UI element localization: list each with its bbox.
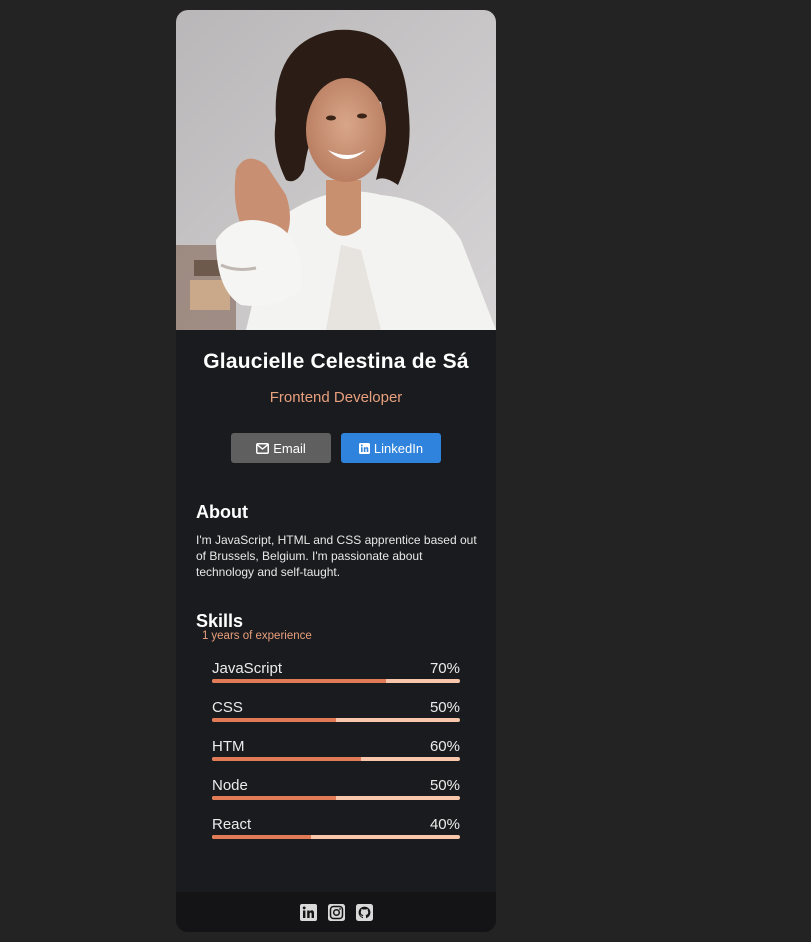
linkedin-button-label: LinkedIn (373, 440, 424, 456)
skills-title: Skills (196, 611, 244, 631)
experience-text: years of experience (211, 630, 312, 642)
skill-bar-fill (212, 718, 336, 722)
about-title: About (196, 502, 248, 522)
skill-name: CSS (212, 699, 243, 716)
about-text: I'm JavaScript, HTML and CSS apprentice … (196, 533, 477, 579)
skill-item: CSS 50% (212, 699, 460, 737)
profile-name: Glaucielle Celestina de Sá (203, 350, 469, 373)
skill-bar-fill (212, 835, 312, 839)
experience-caption: 1 years of experience (202, 630, 315, 642)
skill-bar (212, 679, 460, 683)
footer-linkedin-link[interactable] (299, 903, 317, 921)
skill-name: JavaScript (212, 660, 283, 677)
skill-bar (212, 757, 460, 761)
skill-percent: 70% (429, 660, 460, 677)
skill-name: HTM (212, 738, 245, 755)
footer-instagram-link[interactable] (327, 903, 345, 921)
skill-percent: 50% (429, 699, 460, 716)
github-icon (355, 903, 373, 921)
skill-bar (212, 835, 460, 839)
envelope-icon (256, 442, 270, 454)
email-button-label: Email (273, 440, 306, 456)
skill-name: React (212, 816, 252, 833)
footer-github-link[interactable] (355, 903, 373, 921)
linkedin-icon (358, 442, 370, 454)
skill-bar (212, 718, 460, 722)
linkedin-button[interactable]: LinkedIn (341, 433, 441, 463)
skill-name: Node (212, 777, 248, 794)
profile-photo (176, 10, 496, 330)
experience-years: 1 (202, 630, 209, 642)
skill-bar (212, 796, 460, 800)
skill-bar-fill (212, 757, 361, 761)
profile-role: Frontend Developer (269, 389, 403, 406)
profile-card: Glaucielle Celestina de Sá Frontend Deve… (176, 10, 496, 932)
skill-bar-fill (212, 679, 386, 683)
skill-item: HTM 60% (212, 738, 460, 776)
linkedin-icon (299, 903, 317, 921)
skill-item: JavaScript 70% (212, 660, 460, 698)
skill-item: Node 50% (212, 777, 460, 815)
instagram-icon (327, 903, 345, 921)
skill-percent: 60% (429, 738, 460, 755)
email-button[interactable]: Email (231, 433, 331, 463)
social-footer (176, 892, 496, 932)
skill-item: React 40% (212, 816, 460, 854)
skill-percent: 40% (429, 816, 460, 833)
skill-percent: 50% (429, 777, 460, 794)
skill-bar-fill (212, 796, 336, 800)
